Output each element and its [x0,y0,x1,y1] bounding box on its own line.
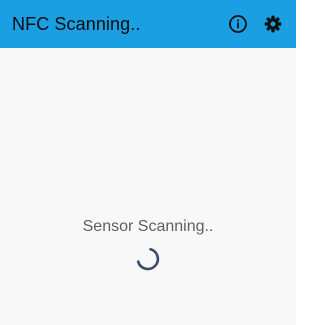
scanning-status-text: Sensor Scanning.. [82,218,214,235]
info-circle-icon[interactable] [225,11,251,37]
nfc-scanning-screen: NFC Scanning.. Sensor Scanning.. [0,0,296,325]
loading-spinner-icon [136,248,160,271]
main-content: Sensor Scanning.. [0,48,296,325]
gear-icon[interactable] [260,11,286,37]
app-bar: NFC Scanning.. [0,0,296,48]
app-title: NFC Scanning.. [12,13,141,34]
